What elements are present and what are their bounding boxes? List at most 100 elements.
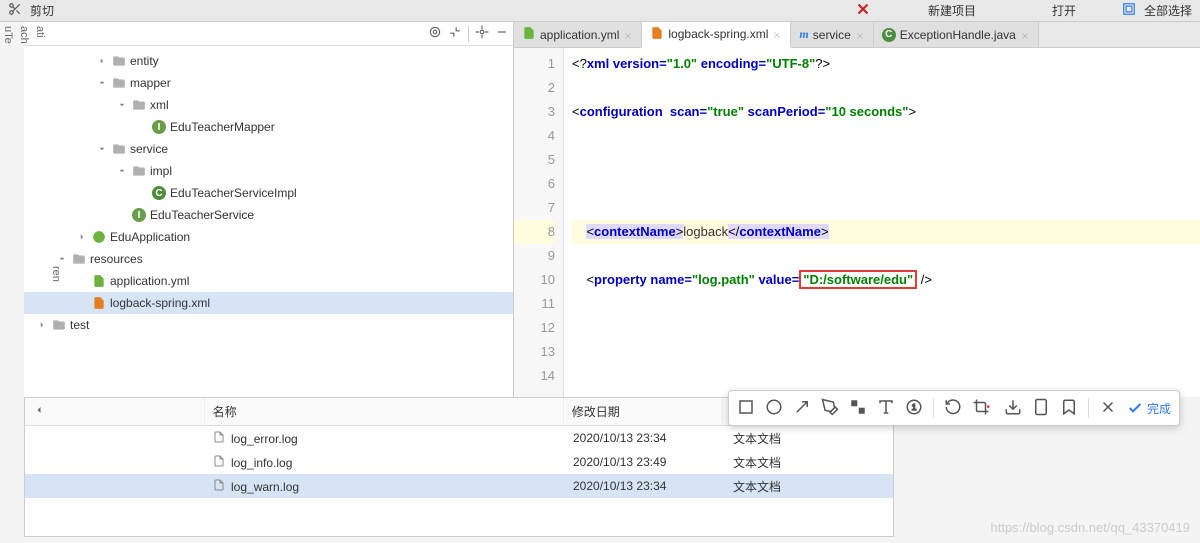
close-icon[interactable] <box>855 30 865 40</box>
tree-item-impl[interactable]: impl <box>24 160 513 182</box>
code-area[interactable]: <?xml version="1.0" encoding="UTF-8"?> <c… <box>564 48 1200 397</box>
i-icon: I <box>152 120 166 134</box>
col-name[interactable]: 名称 <box>205 398 564 425</box>
collapse-icon[interactable] <box>448 25 462 42</box>
tab-label: service <box>813 28 851 42</box>
code-line[interactable] <box>572 172 1200 196</box>
tab-application-yml[interactable]: application.yml <box>514 22 642 47</box>
circle-icon[interactable] <box>765 398 783 419</box>
chevron-down-icon[interactable] <box>96 143 108 155</box>
watermark: https://blog.csdn.net/qq_43370419 <box>991 520 1191 535</box>
code-line[interactable] <box>572 76 1200 100</box>
xml-icon <box>92 296 106 310</box>
top-toolbar: 剪切 新建项目 打开 全部选择 <box>0 0 1200 22</box>
text-icon[interactable] <box>877 398 895 419</box>
tree-item-eduapplication[interactable]: EduApplication <box>24 226 513 248</box>
file-type: 文本文档 <box>725 454 835 471</box>
back-icon[interactable] <box>33 404 45 419</box>
file-type: 文本文档 <box>725 478 835 495</box>
tab-label: logback-spring.xml <box>668 27 768 41</box>
tree-label: test <box>70 318 89 332</box>
code-line[interactable] <box>572 364 1200 388</box>
tree-item-logback-spring-xml[interactable]: logback-spring.xml <box>24 292 513 314</box>
file-row[interactable]: log_error.log2020/10/13 23:34文本文档 <box>25 426 893 450</box>
target-icon[interactable] <box>428 25 442 42</box>
close-icon[interactable] <box>623 30 633 40</box>
left-edge-panel: uTe ach ati ren <box>0 22 24 542</box>
pen-icon[interactable] <box>821 398 839 419</box>
file-name: log_error.log <box>231 432 298 446</box>
code-line[interactable]: <property name="log.path" value="D:/soft… <box>572 268 1200 292</box>
select-all-icon[interactable] <box>1122 2 1136 19</box>
file-list[interactable]: log_error.log2020/10/13 23:34文本文档log_inf… <box>25 426 893 498</box>
x-icon[interactable] <box>854 0 872 21</box>
chevron-right-icon[interactable] <box>96 55 108 67</box>
chevron-down-icon[interactable] <box>96 77 108 89</box>
code-line[interactable] <box>572 316 1200 340</box>
code-editor[interactable]: 1234567891011121314 <?xml version="1.0" … <box>514 48 1200 397</box>
code-line[interactable]: <contextName>logback</contextName> <box>572 220 1200 244</box>
bookmark-icon[interactable] <box>1060 398 1078 419</box>
folder-icon <box>112 54 126 68</box>
tree-item-eduteacherserviceimpl[interactable]: CEduTeacherServiceImpl <box>24 182 513 204</box>
file-row[interactable]: log_info.log2020/10/13 23:49文本文档 <box>25 450 893 474</box>
tree-item-xml[interactable]: xml <box>24 94 513 116</box>
tree-item-test[interactable]: test <box>24 314 513 336</box>
open-label[interactable]: 打开 <box>1052 2 1076 19</box>
snip-toolbar: 1 • 完成 <box>728 390 1180 426</box>
arrow-icon[interactable] <box>793 398 811 419</box>
folder-icon <box>112 142 126 156</box>
tab-service[interactable]: m service <box>791 22 873 47</box>
tree-item-service[interactable]: service <box>24 138 513 160</box>
tree-label: EduTeacherServiceImpl <box>170 186 297 200</box>
tree-item-eduteachermapper[interactable]: IEduTeacherMapper <box>24 116 513 138</box>
tree-item-application-yml[interactable]: application.yml <box>24 270 513 292</box>
tree-item-eduteacherservice[interactable]: IEduTeacherService <box>24 204 513 226</box>
close-icon[interactable] <box>772 29 782 39</box>
tree-label: mapper <box>130 76 171 90</box>
crop-icon[interactable]: • <box>972 398 994 419</box>
code-line[interactable] <box>572 292 1200 316</box>
project-toolbar <box>24 22 513 46</box>
close-icon[interactable] <box>1020 30 1030 40</box>
done-button[interactable]: 完成 <box>1127 400 1171 417</box>
number-icon[interactable]: 1 <box>905 398 923 419</box>
chevron-none-icon <box>76 297 88 309</box>
code-line[interactable] <box>572 124 1200 148</box>
tree-label: entity <box>130 54 159 68</box>
chevron-down-icon[interactable] <box>116 99 128 111</box>
chevron-down-icon[interactable] <box>116 165 128 177</box>
tree-item-resources[interactable]: resources <box>24 248 513 270</box>
tab-logback-spring-xml[interactable]: logback-spring.xml <box>642 22 791 48</box>
download-icon[interactable] <box>1004 398 1022 419</box>
code-line[interactable] <box>572 196 1200 220</box>
scissors-icon[interactable] <box>8 2 22 19</box>
file-row[interactable]: log_warn.log2020/10/13 23:34文本文档 <box>25 474 893 498</box>
gutter: 1234567891011121314 <box>514 48 564 397</box>
file-date: 2020/10/13 23:34 <box>565 431 725 445</box>
new-project-label[interactable]: 新建项目 <box>928 2 976 19</box>
chevron-right-icon[interactable] <box>76 231 88 243</box>
tree-item-mapper[interactable]: mapper <box>24 72 513 94</box>
rect-icon[interactable] <box>737 398 755 419</box>
code-line[interactable] <box>572 340 1200 364</box>
m-icon: m <box>799 27 808 42</box>
tab-exceptionhandle-java[interactable]: CExceptionHandle.java <box>874 22 1039 47</box>
code-line[interactable]: <?xml version="1.0" encoding="UTF-8"?> <box>572 52 1200 76</box>
gear-icon[interactable] <box>475 25 489 42</box>
device-icon[interactable] <box>1032 398 1050 419</box>
undo-icon[interactable] <box>944 398 962 419</box>
close-icon[interactable] <box>1099 398 1117 419</box>
code-line[interactable] <box>572 244 1200 268</box>
all-label: 全部选择 <box>1144 2 1192 19</box>
spring-icon <box>92 230 106 244</box>
code-line[interactable] <box>572 148 1200 172</box>
code-line[interactable]: <configuration scan="true" scanPeriod="1… <box>572 100 1200 124</box>
minimize-icon[interactable] <box>495 25 509 42</box>
project-tree[interactable]: entity mapper xmlIEduTeacherMapperservicei… <box>24 46 513 397</box>
tab-label: ExceptionHandle.java <box>900 28 1016 42</box>
yml-icon <box>522 26 536 43</box>
col-date[interactable]: 修改日期 <box>564 398 724 425</box>
tree-item-entity[interactable]: entity <box>24 50 513 72</box>
mosaic-icon[interactable] <box>849 398 867 419</box>
